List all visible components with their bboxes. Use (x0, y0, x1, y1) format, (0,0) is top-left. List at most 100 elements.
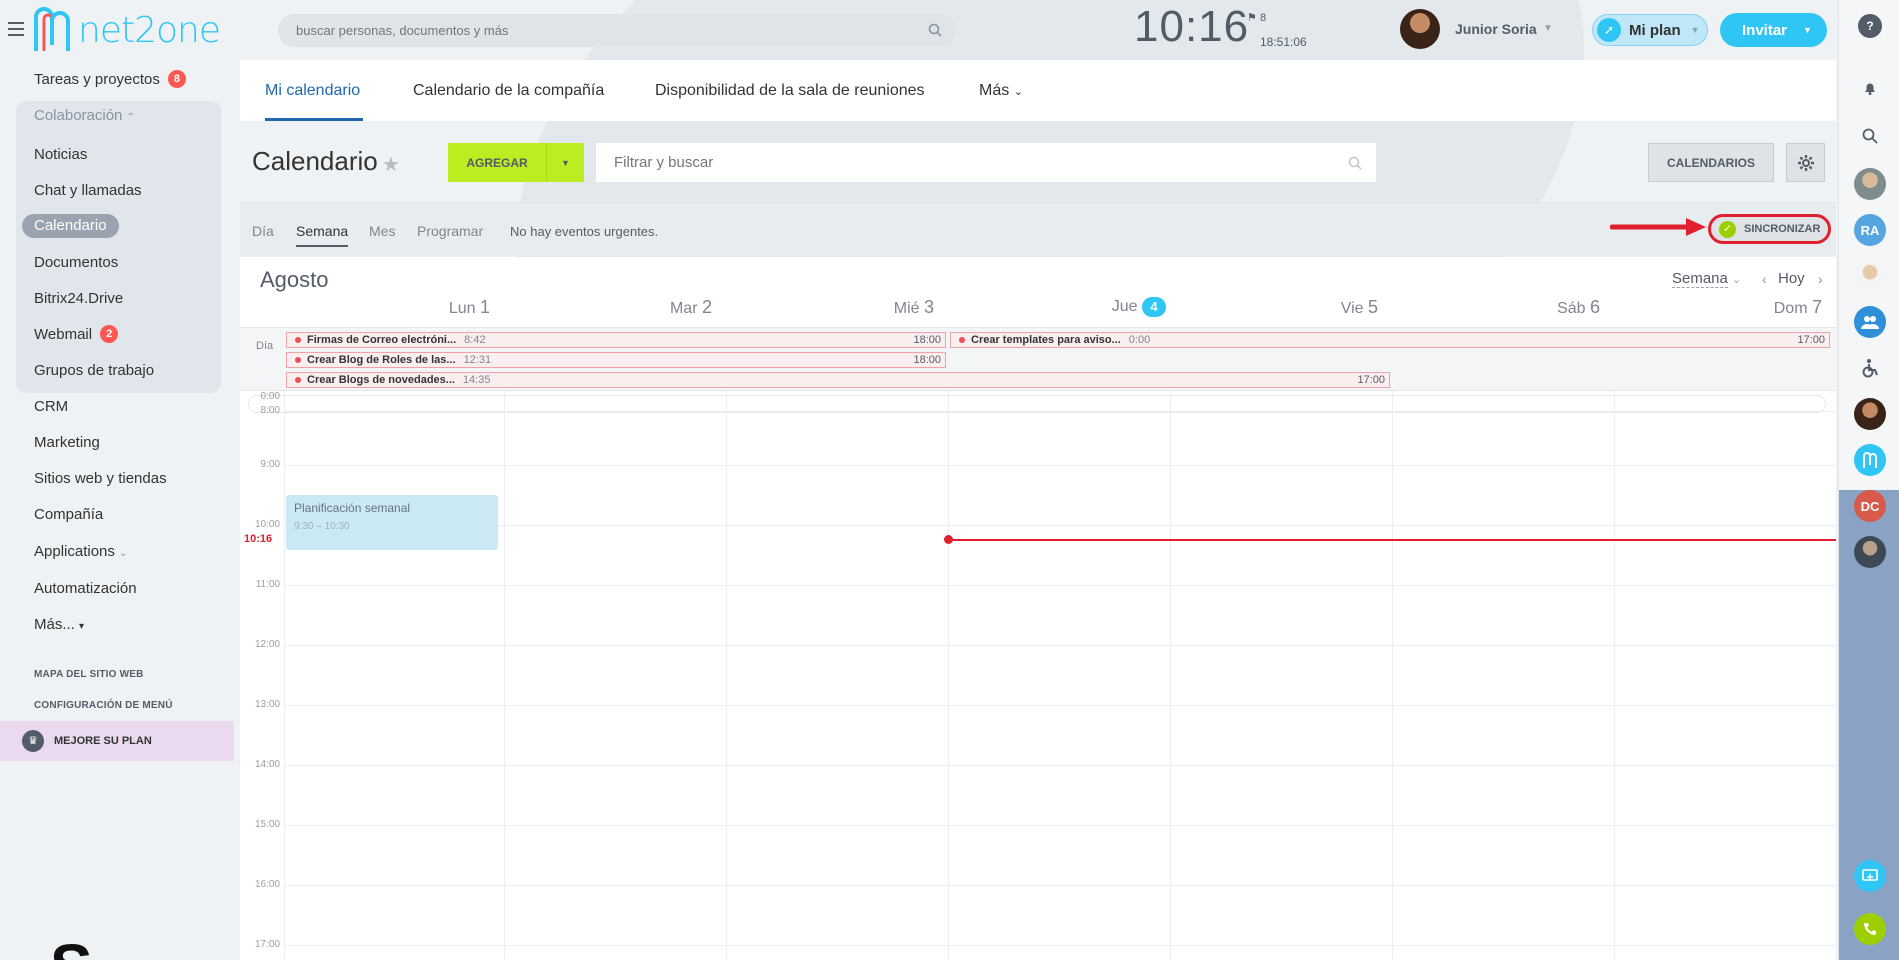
phone-icon[interactable] (1854, 913, 1886, 945)
day-name: Mar (669, 300, 698, 317)
all-day-event[interactable]: Crear templates para aviso... 0:00 17:00 (950, 332, 1830, 348)
sitemap-link[interactable]: MAPA DEL SITIO WEB (34, 669, 144, 680)
event-time: 9:30 – 10:30 (294, 521, 350, 532)
chevron-left-icon[interactable]: ‹ (1762, 271, 1767, 287)
contact-initials: RA (1860, 222, 1880, 238)
day-number: 7 (1811, 297, 1822, 317)
settings-button[interactable] (1786, 143, 1825, 182)
sidebar-item-tasks[interactable]: Tareas y proyectos 8 (34, 68, 187, 92)
star-icon[interactable]: ★ (382, 152, 400, 177)
sidebar-item-company[interactable]: Compañía (34, 503, 103, 527)
sidebar-item-label: Colaboración (34, 107, 123, 124)
sidebar-item-news[interactable]: Noticias (34, 143, 87, 167)
sidebar-item-calendar[interactable]: Calendario (22, 214, 119, 238)
search-icon[interactable] (1348, 156, 1362, 170)
flag-counter[interactable]: ⚑ 8 (1247, 11, 1266, 24)
work-time: 18:51:06 (1260, 35, 1307, 49)
tab-more-label: Más (979, 82, 1010, 99)
view-month[interactable]: Mes (369, 223, 395, 239)
sidebar-item-marketing[interactable]: Marketing (34, 431, 100, 455)
filter-search[interactable] (596, 143, 1376, 182)
logo-text: net2one (78, 9, 221, 51)
chevron-right-icon[interactable]: › (1818, 271, 1823, 287)
all-day-event[interactable]: Crear Blogs de novedades... 14:35 17:00 (286, 372, 1390, 388)
filter-input[interactable] (596, 143, 1376, 182)
scale-selector[interactable]: Semana ⌄ (1672, 270, 1741, 288)
event-title: Firmas de Correo electróni... (307, 334, 457, 346)
tab-company-calendar[interactable]: Calendario de la compañía (413, 82, 604, 100)
my-plan-button[interactable]: ➚ Mi plan ▼ (1592, 14, 1708, 46)
view-week[interactable]: Semana (296, 223, 348, 239)
today-button[interactable]: Hoy (1778, 270, 1805, 287)
help-icon[interactable]: ? (1858, 14, 1882, 38)
logo[interactable]: net2one (30, 4, 221, 56)
chevron-down-icon[interactable]: ▼ (1543, 23, 1553, 34)
global-search[interactable] (278, 14, 956, 47)
calendars-button[interactable]: CALENDARIOS (1648, 143, 1774, 182)
invite-button[interactable]: Invitar ▼ (1720, 13, 1827, 47)
sidebar-item-label: Chat y llamadas (34, 182, 142, 199)
current-time-label: 10:16 (244, 533, 273, 545)
hour-label: 0:00 (260, 391, 280, 402)
upgrade-plan-button[interactable]: ♛ MEJORE SU PLAN (0, 721, 234, 761)
sidebar-item-label: Documentos (34, 254, 119, 271)
contact-avatar[interactable] (1854, 168, 1886, 200)
contact-avatar[interactable] (1854, 260, 1886, 292)
avatar[interactable] (1400, 9, 1440, 49)
wheelchair-icon[interactable] (1854, 352, 1886, 384)
calendar-event[interactable]: Planificación semanal 9:30 – 10:30 (286, 495, 498, 550)
all-day-event[interactable]: Crear Blog de Roles de las... 12:31 18:0… (286, 352, 946, 368)
event-title: Crear Blogs de novedades... (307, 374, 455, 386)
event-end: 18:00 (913, 354, 941, 366)
contact-avatar[interactable]: DC (1854, 490, 1886, 522)
sidebar-item-label: Compañía (34, 506, 104, 523)
clock[interactable]: 10:16 (1134, 2, 1249, 52)
sidebar-item-more[interactable]: Más... ▾ (34, 613, 84, 637)
sidebar-item-label: Applications (34, 543, 115, 560)
event-dot (295, 357, 301, 363)
chevron-down-icon[interactable]: ▼ (547, 158, 584, 168)
sidebar-item-automation[interactable]: Automatización (34, 577, 137, 601)
net2one-chat-icon[interactable] (1854, 444, 1886, 476)
contact-avatar[interactable] (1854, 536, 1886, 568)
sidebar-item-chat[interactable]: Chat y llamadas (34, 179, 142, 203)
menu-icon[interactable] (8, 22, 24, 36)
sidebar-group-collaboration[interactable]: Colaboración ⌃ (34, 107, 135, 124)
day-header[interactable]: Mié 3 (854, 297, 934, 318)
sync-button[interactable]: ✓ SINCRONIZAR (1708, 214, 1831, 244)
view-day[interactable]: Día (252, 223, 274, 239)
calendar-tabs: Mi calendario Calendario de la compañía … (240, 60, 1836, 121)
view-schedule[interactable]: Programar (417, 223, 483, 239)
all-day-event[interactable]: Firmas de Correo electróni... 8:42 18:00 (286, 332, 946, 348)
bell-icon[interactable] (1854, 72, 1886, 104)
add-button[interactable]: AGREGAR ▼ (448, 143, 584, 182)
screen-share-icon[interactable] (1854, 860, 1886, 892)
day-header-today[interactable]: Jue 4 (1066, 297, 1166, 317)
day-header[interactable]: Mar 2 (632, 297, 712, 318)
day-header[interactable]: Lun 1 (410, 297, 490, 318)
day-header[interactable]: Dom 7 (1742, 297, 1822, 318)
tab-my-calendar[interactable]: Mi calendario (265, 82, 360, 100)
sidebar-item-drive[interactable]: Bitrix24.Drive (34, 287, 123, 311)
chevron-down-icon: ⌄ (1013, 86, 1023, 98)
sidebar-item-webmail[interactable]: Webmail 2 (34, 323, 119, 347)
tab-more[interactable]: Más ⌄ (979, 82, 1023, 100)
day-header[interactable]: Vie 5 (1298, 297, 1378, 318)
user-name[interactable]: Junior Soria (1455, 21, 1537, 37)
sidebar-item-workgroups[interactable]: Grupos de trabajo (34, 359, 154, 383)
menu-config-link[interactable]: CONFIGURACIÓN DE MENÚ (34, 700, 173, 711)
sidebar-item-sites[interactable]: Sitios web y tiendas (34, 467, 167, 491)
event-start: 8:42 (464, 334, 486, 346)
day-header[interactable]: Sáb 6 (1520, 297, 1600, 318)
tab-room-availability[interactable]: Disponibilidad de la sala de reuniones (655, 82, 925, 100)
search-input[interactable] (278, 14, 956, 47)
sidebar-item-crm[interactable]: CRM (34, 395, 68, 419)
contact-avatar[interactable]: RA (1854, 214, 1886, 246)
contact-avatar[interactable] (1854, 398, 1886, 430)
search-icon[interactable] (1854, 120, 1886, 152)
counter-badge: 8 (167, 70, 187, 88)
sidebar-item-applications[interactable]: Applications ⌄ (34, 540, 127, 564)
sidebar-item-documents[interactable]: Documentos (34, 251, 118, 275)
group-chat-icon[interactable] (1854, 306, 1886, 338)
search-icon[interactable] (928, 23, 942, 37)
